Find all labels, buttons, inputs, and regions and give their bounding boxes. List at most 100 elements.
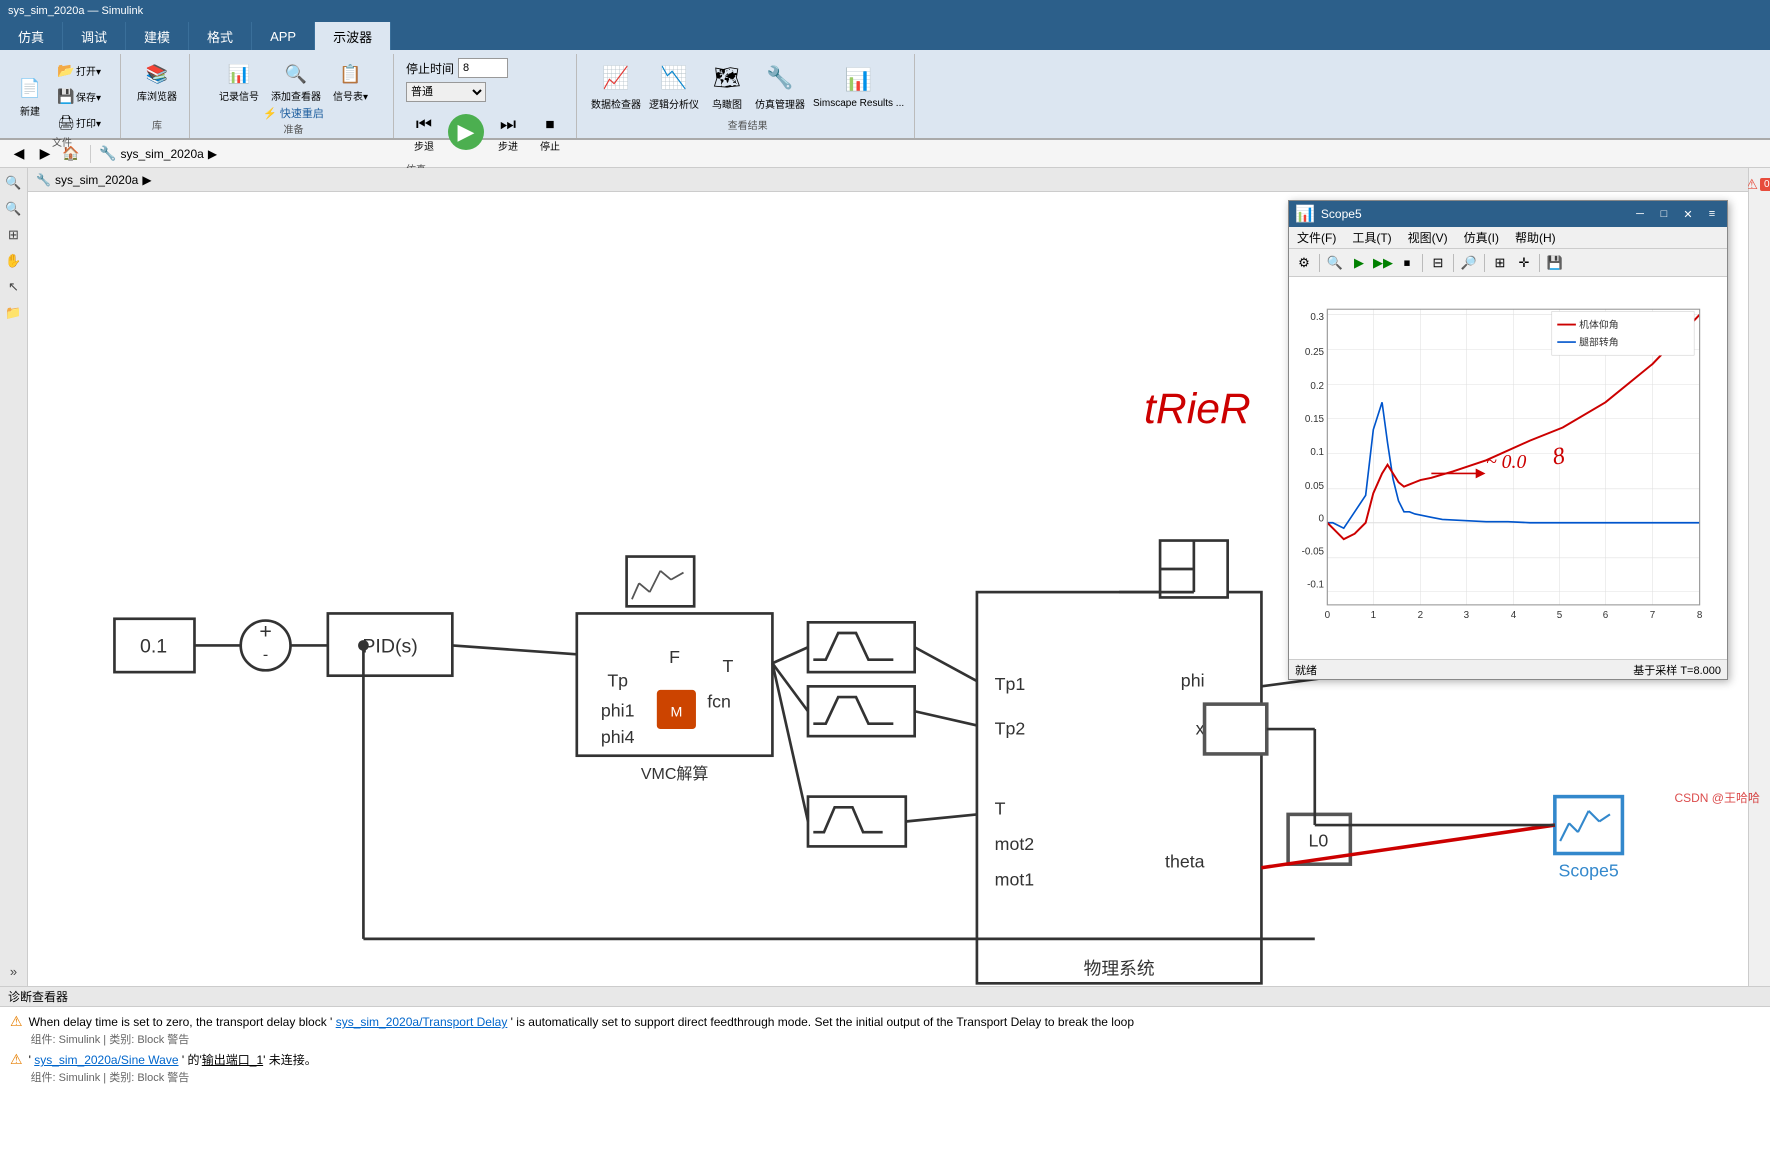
scope-tb-run2-button[interactable]: ▶▶ — [1372, 252, 1394, 274]
mode-row: 普通 加速 — [406, 82, 568, 102]
data-inspector-button[interactable]: 📈 数据检查器 — [589, 58, 643, 113]
sim-mode-select[interactable]: 普通 加速 — [406, 82, 486, 102]
right-error-bar: ⚠ 0 — [1748, 168, 1770, 986]
ribbon-group-simulate: 停止时间 普通 加速 ⏮ 步退 ▶ ⏭ 步进 ⏹ 停止 仿真 — [398, 54, 577, 138]
svg-text:-: - — [263, 647, 268, 664]
scope-tb-run-button[interactable]: ▶ — [1348, 252, 1370, 274]
canvas-arrow: ▶ — [142, 173, 151, 187]
scope-tb-auto-button[interactable]: ⊟ — [1427, 252, 1449, 274]
svg-text:5: 5 — [1557, 610, 1563, 621]
back-button[interactable]: ◀ — [8, 143, 30, 165]
svg-text:Tp: Tp — [607, 670, 628, 690]
run-button[interactable]: ▶ — [448, 114, 484, 150]
warn-text-1: When delay time is set to zero, the tran… — [29, 1013, 1134, 1047]
simulink-canvas[interactable]: 0.1 + - PID(s) F Tp phi1 — [28, 192, 1748, 986]
svg-text:0.25: 0.25 — [1305, 347, 1325, 358]
tab-format[interactable]: 格式 — [189, 22, 252, 50]
data-inspector-icon: 📈 — [598, 60, 634, 96]
scope5-window: 📊 Scope5 ─ □ ✕ ≡ 文件(F) 工具(T) 视图(V) 仿真(I)… — [1288, 200, 1728, 680]
scope-tb-fit-button[interactable]: ⊞ — [1489, 252, 1511, 274]
new-button[interactable]: 📄 新建 — [12, 73, 48, 120]
scope-menu-tools[interactable]: 工具(T) — [1348, 229, 1395, 246]
signal-table-button[interactable]: 📋 信号表▾ — [329, 58, 372, 105]
tab-simulation[interactable]: 仿真 — [0, 22, 63, 50]
scope-menu-extra-button[interactable]: ≡ — [1703, 205, 1721, 223]
scope-tb-sep4 — [1484, 254, 1485, 272]
prepare-label: 准备 — [284, 121, 304, 138]
scope-menu-view[interactable]: 视图(V) — [1404, 229, 1452, 246]
warn-icon-2: ⚠ — [10, 1051, 23, 1068]
bottom-title-bar: 诊断查看器 — [0, 986, 1770, 1006]
scope-menu-file[interactable]: 文件(F) — [1293, 229, 1340, 246]
bottom-panel: ⚠ When delay time is set to zero, the tr… — [0, 1006, 1770, 1176]
stop-time-input[interactable] — [458, 58, 508, 78]
toolbar-sep1 — [90, 145, 91, 163]
step-fwd-button[interactable]: ⏭ 步进 — [490, 108, 526, 155]
svg-text:7: 7 — [1650, 610, 1655, 621]
explorer-button[interactable]: 📁 — [3, 302, 25, 324]
scope-tb-settings-button[interactable]: ⚙ — [1293, 252, 1315, 274]
main-area: 🔍 🔍 ⊞ ✋ ↖ 📁 » 🔧 sys_sim_2020a ▶ 0.1 + — [0, 168, 1770, 986]
scope-tb-sep5 — [1539, 254, 1540, 272]
svg-text:~ 0.0: ~ 0.0 — [1486, 451, 1526, 473]
scope-tb-zoom-button[interactable]: 🔎 — [1458, 252, 1480, 274]
bottom-panel-title: 诊断查看器 — [8, 988, 68, 1005]
svg-text:theta: theta — [1165, 852, 1205, 872]
fit-button[interactable]: ⊞ — [3, 224, 25, 246]
scope-menu-help[interactable]: 帮助(H) — [1511, 229, 1560, 246]
record-signal-button[interactable]: 📊 记录信号 — [215, 58, 263, 105]
logic-analyzer-button[interactable]: 📉 逻辑分析仪 — [647, 58, 701, 113]
model-icon: 🔧 — [99, 145, 116, 162]
svg-text:8: 8 — [1697, 610, 1703, 621]
scope-tb-zoomin-button[interactable]: 🔍 — [1324, 252, 1346, 274]
svg-text:phi1: phi1 — [601, 701, 635, 721]
quick-restart-button[interactable]: ⚡ 快速重启 — [263, 105, 324, 121]
quick-restart-icon: ⚡ — [263, 107, 277, 120]
scope-menu-sim[interactable]: 仿真(I) — [1460, 229, 1503, 246]
print-icon: 🖨 — [56, 112, 76, 132]
open-button[interactable]: 📂 打开▾ — [52, 58, 112, 82]
svg-text:M: M — [670, 705, 682, 721]
save-button[interactable]: 💾 保存▾ — [52, 84, 112, 108]
svg-text:0: 0 — [1325, 610, 1331, 621]
svg-text:机体仰角: 机体仰角 — [1579, 318, 1618, 331]
expand-button[interactable]: » — [3, 960, 25, 982]
tab-debug[interactable]: 调试 — [63, 22, 126, 50]
birds-eye-button[interactable]: 🗺 鸟瞰图 — [705, 58, 749, 113]
file-row1: 📄 新建 📂 打开▾ 💾 保存▾ 🖨 打印▾ — [12, 58, 112, 134]
tab-model[interactable]: 建模 — [126, 22, 189, 50]
svg-text:PID(s): PID(s) — [362, 636, 417, 658]
add-viewer-button[interactable]: 🔍 添加查看器 — [267, 58, 325, 105]
svg-text:+: + — [259, 619, 271, 643]
breadcrumb-arrow: ▶ — [208, 147, 217, 161]
scope-status-ready: 就绪 — [1295, 662, 1317, 678]
library-browser-button[interactable]: 📚 库浏览器 — [133, 58, 181, 105]
step-back-button[interactable]: ⏮ 步退 — [406, 108, 442, 155]
simscape-results-button[interactable]: 📊 Simscape Results ... — [811, 60, 906, 111]
simscape-results-icon: 📊 — [841, 62, 877, 98]
sim-manager-button[interactable]: 🔧 仿真管理器 — [753, 58, 807, 113]
home-button[interactable]: 🏠 — [60, 143, 82, 165]
pan-button[interactable]: ✋ — [3, 250, 25, 272]
scope-titlebar: 📊 Scope5 ─ □ ✕ ≡ — [1289, 201, 1727, 227]
scope-minimize-button[interactable]: ─ — [1631, 205, 1649, 223]
select-button[interactable]: ↖ — [3, 276, 25, 298]
title-bar: sys_sim_2020a — Simulink — [0, 0, 1770, 22]
scope-maximize-button[interactable]: □ — [1655, 205, 1673, 223]
scope-close-button[interactable]: ✕ — [1679, 205, 1697, 223]
print-button[interactable]: 🖨 打印▾ — [52, 110, 112, 134]
error-count: 0 — [1760, 178, 1770, 191]
warn-meta-2: 组件: Simulink | 类别: Block 警告 — [31, 1069, 317, 1085]
warn-link-1[interactable]: sys_sim_2020a/Transport Delay — [336, 1015, 508, 1029]
warn-link-2[interactable]: sys_sim_2020a/Sine Wave — [34, 1053, 178, 1067]
scope-tb-save-button[interactable]: 💾 — [1544, 252, 1566, 274]
zoom-out-button[interactable]: 🔍 — [3, 198, 25, 220]
zoom-in-button[interactable]: 🔍 — [3, 172, 25, 194]
tab-scope[interactable]: 示波器 — [315, 22, 391, 50]
forward-button[interactable]: ▶ — [34, 143, 56, 165]
scope-tb-cursor-button[interactable]: ✛ — [1513, 252, 1535, 274]
stop-button[interactable]: ⏹ 停止 — [532, 108, 568, 155]
scope-tb-stop-button[interactable]: ⏹ — [1396, 252, 1418, 274]
tab-app[interactable]: APP — [252, 22, 315, 50]
scope-matlab-icon: 📊 — [1295, 204, 1315, 224]
